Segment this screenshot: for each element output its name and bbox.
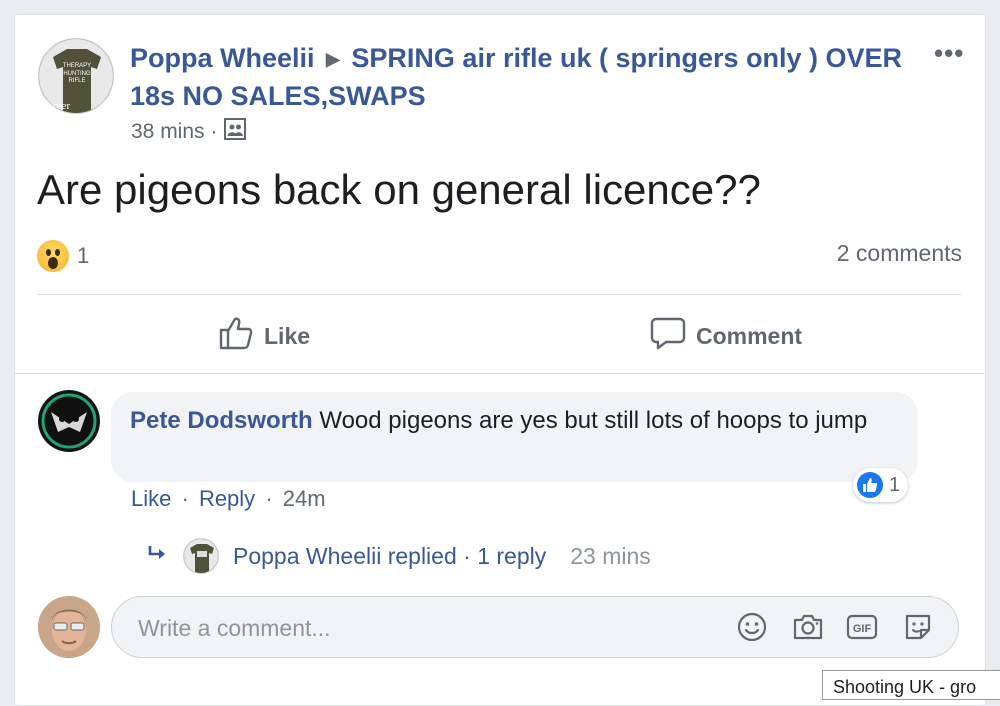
comment-body: Pete Dodsworth Wood pigeons are yes but … <box>130 405 900 437</box>
separator: · <box>463 542 471 569</box>
avatar-text-2: HUNTING <box>63 71 91 77</box>
reply-author-name: Poppa Wheelii <box>233 542 382 569</box>
commenter-avatar[interactable] <box>38 390 100 452</box>
post-header: Poppa Wheelii ▶ SPRING air rifle uk ( sp… <box>130 40 920 115</box>
comment-actions: Like · Reply · 24m <box>131 486 326 512</box>
reply-replied-label: replied <box>387 542 457 569</box>
comment-composer: GIF <box>111 596 959 658</box>
reply-summary: Poppa Wheelii replied · 1 reply <box>233 543 546 570</box>
divider <box>37 294 961 295</box>
hover-tooltip: Shooting UK - gro <box>822 670 1000 700</box>
like-button-label: Like <box>264 322 311 349</box>
triangle-right-icon: ▶ <box>326 49 340 69</box>
reply-count: 1 reply <box>477 542 547 569</box>
comment-like-count: 1 <box>889 473 901 496</box>
gif-icon[interactable]: GIF <box>846 611 878 643</box>
comment-time-link[interactable]: 24m <box>283 486 326 511</box>
sticker-icon[interactable] <box>902 611 934 643</box>
like-thumb-icon <box>857 472 883 498</box>
comment-like-badge[interactable]: 1 <box>853 468 909 502</box>
separator: · <box>181 486 189 511</box>
wow-emoji-icon <box>37 240 69 272</box>
reply-arrow-icon <box>147 543 169 570</box>
post-body-text: Are pigeons back on general licence?? <box>37 166 761 213</box>
comment-button[interactable]: Comment <box>650 314 802 358</box>
post-time-link[interactable]: 38 mins <box>131 120 205 144</box>
post-meta: 38 mins · <box>131 118 246 146</box>
avatar-text-3: RIFLE <box>68 78 85 84</box>
comment-count-link[interactable]: 2 comments <box>837 240 962 267</box>
tshirt-avatar-image: THERAPY HUNTING RIFLE nter <box>39 39 113 113</box>
reply-author-avatar <box>183 538 219 574</box>
comment-button-label: Comment <box>696 322 803 349</box>
svg-text:GIF: GIF <box>853 623 872 635</box>
post-author-link[interactable]: Poppa Wheelii <box>130 43 315 73</box>
author-avatar[interactable]: THERAPY HUNTING RIFLE nter <box>38 38 114 114</box>
divider <box>15 373 984 374</box>
reaction-summary[interactable]: 1 <box>37 240 89 272</box>
comment-text: Wood pigeons are yes but still lots of h… <box>319 407 868 434</box>
more-options-button[interactable]: ••• <box>934 38 964 69</box>
thumbs-up-icon <box>218 315 254 357</box>
current-user-avatar[interactable] <box>38 596 100 658</box>
comment-reply-link[interactable]: Reply <box>199 486 255 511</box>
comment-like-link[interactable]: Like <box>131 486 171 511</box>
comment-input[interactable] <box>136 611 700 645</box>
separator: · <box>265 486 273 511</box>
speech-bubble-icon <box>650 315 686 357</box>
like-button[interactable]: Like <box>218 314 310 358</box>
reaction-count: 1 <box>77 243 90 268</box>
meta-separator: · <box>210 120 218 143</box>
camera-icon[interactable] <box>792 611 824 643</box>
comment-author-link[interactable]: Pete Dodsworth <box>130 407 313 434</box>
group-members-icon[interactable] <box>223 118 246 146</box>
avatar-text-1: THERAPY <box>63 63 91 69</box>
owl-logo-icon <box>39 391 99 451</box>
emoji-icon[interactable] <box>736 611 768 643</box>
view-replies-link[interactable]: Poppa Wheelii replied · 1 reply 23 mins <box>147 538 651 574</box>
reply-time: 23 mins <box>570 542 651 569</box>
